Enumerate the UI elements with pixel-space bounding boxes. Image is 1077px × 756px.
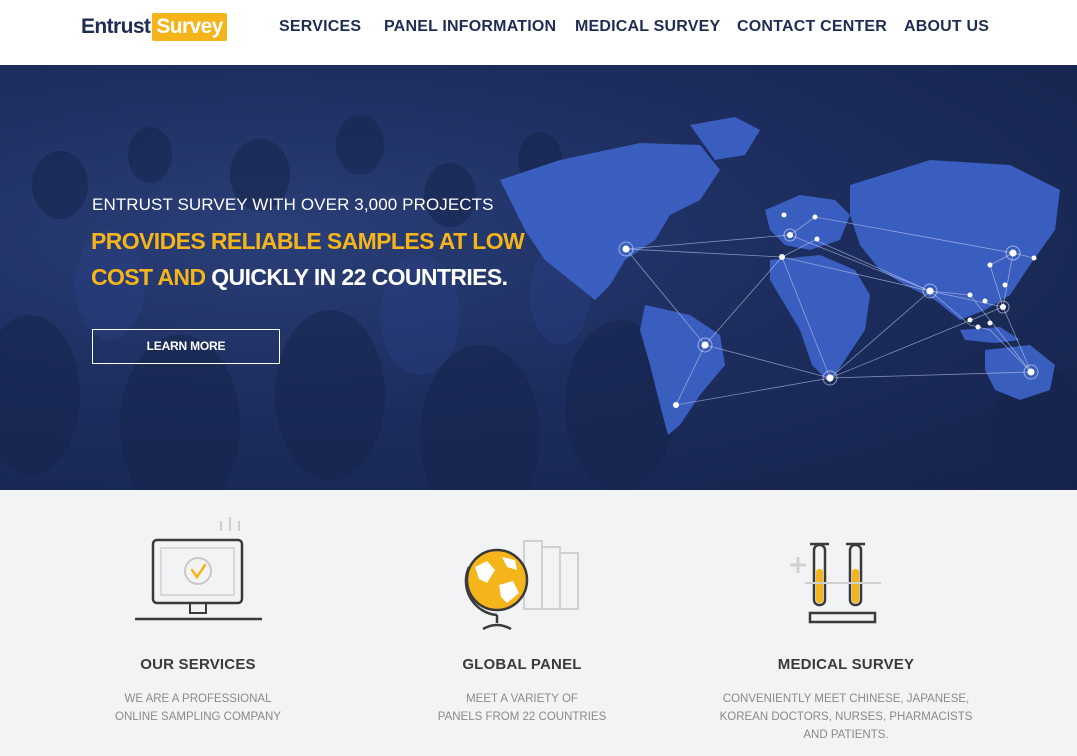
hero-headline-highlight: COST AND (91, 264, 206, 290)
desc-line: AND PATIENTS. (803, 729, 889, 741)
desc-line: MEET A VARIETY OF (466, 693, 578, 705)
feature-title: GLOBAL PANEL (462, 656, 582, 673)
learn-more-button[interactable]: LEARN MORE (92, 329, 280, 364)
feature-title: OUR SERVICES (140, 656, 256, 673)
feature-description: CONVENIENTLY MEET CHINESE, JAPANESE, KOR… (681, 690, 1011, 744)
desc-line: KOREAN DOCTORS, NURSES, PHARMACISTS (719, 711, 973, 723)
nav-services[interactable]: SERVICES (279, 18, 361, 38)
hero-headline-line1: PROVIDES RELIABLE SAMPLES AT LOW (91, 228, 525, 254)
hero-headline-rest: QUICKLY IN 22 COUNTRIES. (211, 264, 508, 290)
test-tubes-icon (790, 542, 881, 624)
nav-about-us[interactable]: ABOUT US (904, 18, 989, 38)
desc-line: ONLINE SAMPLING COMPANY (115, 711, 281, 723)
nav-contact-center[interactable]: CONTACT CENTER (737, 18, 887, 38)
logo[interactable]: Entrust Survey (81, 13, 227, 41)
feature-description: WE ARE A PROFESSIONAL ONLINE SAMPLING CO… (33, 690, 363, 726)
nav-medical-survey[interactable]: MEDICAL SURVEY (575, 18, 720, 38)
logo-text-survey: Survey (152, 13, 227, 41)
nav-panel-information[interactable]: PANEL INFORMATION (384, 18, 556, 38)
hero-banner: ENTRUST SURVEY WITH OVER 3,000 PROJECTS … (0, 65, 1077, 490)
monitor-check-icon (135, 517, 262, 621)
site-header: Entrust Survey SERVICES PANEL INFORMATIO… (0, 0, 1077, 65)
desc-line: PANELS FROM 22 COUNTRIES (437, 711, 607, 723)
feature-title: MEDICAL SURVEY (777, 656, 915, 673)
globe-icon (464, 540, 579, 630)
feature-description: MEET A VARIETY OF PANELS FROM 22 COUNTRI… (357, 690, 687, 726)
desc-line: WE ARE A PROFESSIONAL (124, 693, 272, 705)
hero-subtitle: ENTRUST SURVEY WITH OVER 3,000 PROJECTS (92, 195, 494, 214)
desc-line: CONVENIENTLY MEET CHINESE, JAPANESE, (722, 693, 970, 705)
logo-text-entrust: Entrust (81, 15, 151, 38)
hero-headline-line2: COST AND QUICKLY IN 22 COUNTRIES. (91, 264, 508, 291)
